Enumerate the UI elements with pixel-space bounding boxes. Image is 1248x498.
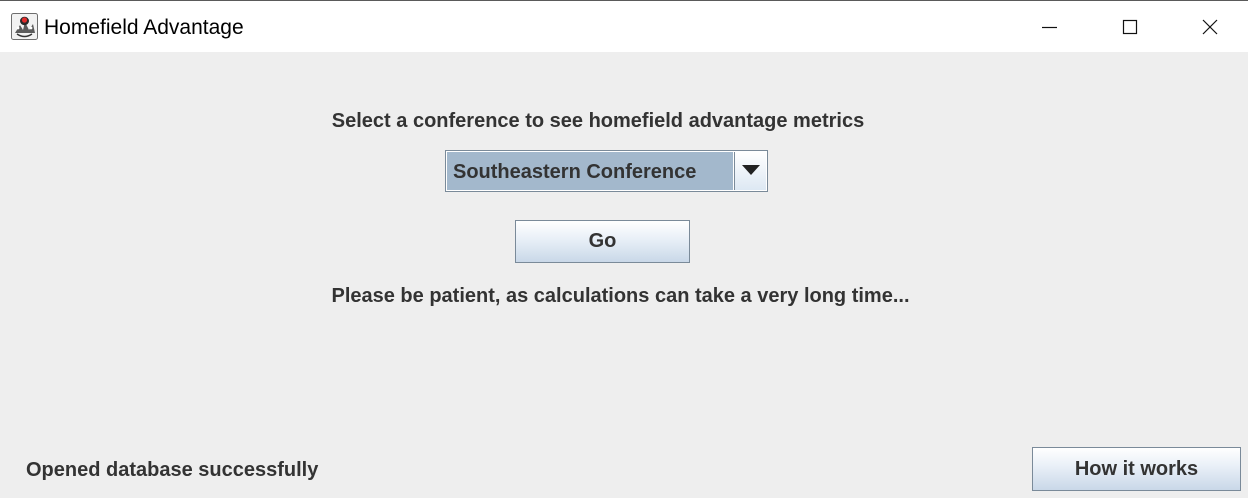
java-duke-icon[interactable] (11, 13, 38, 40)
minimize-button[interactable] (1009, 1, 1089, 52)
title-bar[interactable]: Homefield Advantage (0, 1, 1248, 52)
go-button[interactable]: Go (515, 220, 690, 263)
conference-select-value[interactable]: Southeastern Conference (447, 152, 733, 190)
triangle-down-icon (742, 165, 760, 175)
maximize-icon (1122, 19, 1138, 35)
conference-select-arrow-button[interactable] (734, 152, 766, 190)
status-message: Opened database successfully (26, 459, 319, 481)
patience-message: Please be patient, as calculations can t… (331, 285, 910, 307)
conference-prompt-label: Select a conference to see homefield adv… (331, 110, 865, 132)
minimize-icon (1042, 26, 1057, 29)
close-button[interactable] (1170, 1, 1248, 52)
how-it-works-button[interactable]: How it works (1032, 447, 1241, 491)
maximize-button[interactable] (1089, 1, 1169, 52)
conference-select[interactable]: Southeastern Conference (445, 150, 768, 192)
close-icon (1202, 19, 1218, 35)
content-panel: Select a conference to see homefield adv… (0, 52, 1248, 498)
app-window: Homefield Advantage Select a conference … (0, 0, 1248, 498)
window-title: Homefield Advantage (44, 16, 244, 39)
